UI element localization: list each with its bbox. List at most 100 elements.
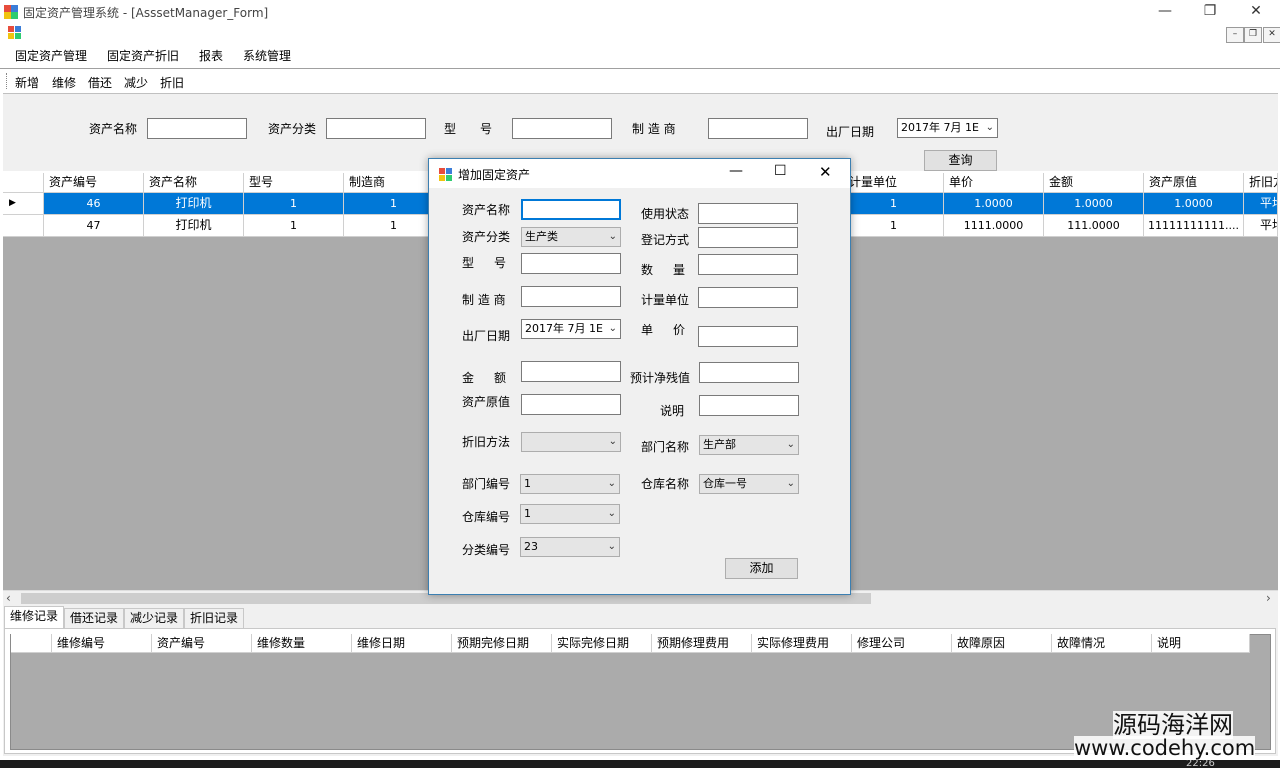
tab-depreciation-records[interactable]: 折旧记录 — [184, 608, 244, 629]
table-row-1-unit[interactable]: 1 — [844, 193, 944, 215]
toolbar-reduce[interactable]: 减少 — [124, 74, 148, 91]
toolbar-repair[interactable]: 维修 — [52, 74, 76, 91]
repair-col-actual-cost[interactable]: 实际修理费用 — [752, 634, 852, 653]
search-manufacturer-input[interactable] — [708, 118, 808, 139]
repair-col-fault-cause[interactable]: 故障原因 — [952, 634, 1052, 653]
repair-col-asset-id[interactable]: 资产编号 — [152, 634, 252, 653]
dlg-depreciation-method-label: 折旧方法 — [462, 435, 511, 449]
search-asset-name-input[interactable] — [147, 118, 247, 139]
menu-asset-depreciation[interactable]: 固定资产折旧 — [107, 47, 179, 64]
dlg-note-input[interactable] — [699, 395, 799, 416]
add-button[interactable]: 添加 — [725, 558, 798, 579]
repair-col-expected-cost[interactable]: 预期修理费用 — [652, 634, 752, 653]
table-row-1-model[interactable]: 1 — [244, 193, 344, 215]
search-date-picker[interactable]: 2017年 7月 1E ⌄ — [897, 118, 998, 138]
repair-col-actual-finish[interactable]: 实际完修日期 — [552, 634, 652, 653]
scroll-left-arrow-icon[interactable]: ‹ — [6, 591, 11, 605]
grid-row-header-corner — [3, 173, 44, 193]
scroll-right-arrow-icon[interactable]: › — [1266, 591, 1271, 605]
dlg-factory-date-picker[interactable]: 2017年 7月 1E ⌄ — [521, 319, 621, 339]
repair-col-fault-detail[interactable]: 故障情况 — [1052, 634, 1152, 653]
col-price[interactable]: 单价 — [944, 173, 1044, 193]
chevron-down-icon: ⌄ — [985, 122, 994, 133]
col-model[interactable]: 型号 — [244, 173, 344, 193]
row-header[interactable] — [3, 215, 44, 237]
dlg-original-value-input[interactable] — [521, 394, 621, 415]
dlg-factory-date-label: 出厂日期 — [462, 329, 511, 343]
col-unit[interactable]: 计量单位 — [844, 173, 944, 193]
dlg-manufacturer-input[interactable] — [521, 286, 621, 307]
query-button[interactable]: 查询 — [924, 150, 997, 171]
minimize-button[interactable]: — — [1142, 0, 1188, 24]
table-row-2-model[interactable]: 1 — [244, 215, 344, 237]
mdi-restore-button[interactable]: ❐ — [1244, 27, 1262, 43]
col-original-value[interactable]: 资产原值 — [1144, 173, 1244, 193]
toolbar-depreciate[interactable]: 折旧 — [160, 74, 184, 91]
dlg-register-method-input[interactable] — [698, 227, 798, 248]
tab-repair-records[interactable]: 维修记录 — [4, 606, 64, 629]
search-model-input[interactable] — [512, 118, 612, 139]
restore-button[interactable]: ❐ — [1187, 0, 1233, 24]
dlg-asset-name-input[interactable] — [521, 199, 621, 220]
toolbar-add[interactable]: 新增 — [15, 74, 39, 91]
dlg-dept-name-select[interactable]: 生产部 ⌄ — [699, 435, 799, 455]
dlg-warehouse-no-select[interactable]: 1 ⌄ — [520, 504, 620, 524]
dialog-icon — [439, 168, 452, 181]
close-button[interactable]: ✕ — [1233, 0, 1279, 24]
dialog-minimize-button[interactable]: — — [729, 163, 743, 179]
menu-system-management[interactable]: 系统管理 — [243, 47, 291, 64]
table-row-2-asset-name[interactable]: 打印机 — [144, 215, 244, 237]
dlg-residual-input[interactable] — [699, 362, 799, 383]
col-asset-id[interactable]: 资产编号 — [44, 173, 144, 193]
table-row-1-amount[interactable]: 1.0000 — [1044, 193, 1144, 215]
table-row-1-method[interactable]: 平均 — [1244, 193, 1278, 215]
dlg-usage-status-input[interactable] — [698, 203, 798, 224]
table-row-1-price[interactable]: 1.0000 — [944, 193, 1044, 215]
col-depreciation-method[interactable]: 折旧方 — [1244, 173, 1278, 193]
dlg-category-no-select[interactable]: 23 ⌄ — [520, 537, 620, 557]
col-amount[interactable]: 金额 — [1044, 173, 1144, 193]
table-row-1-asset-name[interactable]: 打印机 — [144, 193, 244, 215]
table-row-2-price[interactable]: 1111.0000 — [944, 215, 1044, 237]
mdi-close-button[interactable]: ✕ — [1263, 27, 1280, 43]
dlg-warehouse-no-value: 1 — [524, 507, 531, 520]
repair-col-quantity[interactable]: 维修数量 — [252, 634, 352, 653]
dlg-model-input[interactable] — [521, 253, 621, 274]
repair-col-expected-finish[interactable]: 预期完修日期 — [452, 634, 552, 653]
tab-reduce-records[interactable]: 减少记录 — [124, 608, 184, 629]
repair-col-company[interactable]: 修理公司 — [852, 634, 952, 653]
toolbar-borrow-return[interactable]: 借还 — [88, 74, 112, 91]
dlg-dept-no-select[interactable]: 1 ⌄ — [520, 474, 620, 494]
table-row-2-amount[interactable]: 111.0000 — [1044, 215, 1144, 237]
table-row-1-original[interactable]: 1.0000 — [1144, 193, 1244, 215]
dlg-asset-category-select[interactable]: 生产类 ⌄ — [521, 227, 621, 247]
menu-reports[interactable]: 报表 — [199, 47, 223, 64]
chevron-down-icon: ⌄ — [608, 436, 617, 447]
tab-borrow-records[interactable]: 借还记录 — [64, 608, 124, 629]
dialog-close-button[interactable]: ✕ — [819, 163, 832, 181]
dlg-factory-date-value: 2017年 7月 1E — [525, 322, 603, 335]
col-asset-name[interactable]: 资产名称 — [144, 173, 244, 193]
dlg-quantity-input[interactable] — [698, 254, 798, 275]
table-row-2-asset-id[interactable]: 47 — [44, 215, 144, 237]
dlg-depreciation-method-select[interactable]: ⌄ — [521, 432, 621, 452]
table-row-2-unit[interactable]: 1 — [844, 215, 944, 237]
menu-asset-management[interactable]: 固定资产管理 — [15, 47, 87, 64]
table-row-2-original[interactable]: 11111111111.... — [1144, 215, 1244, 237]
mdi-minimize-button[interactable]: – — [1226, 27, 1244, 43]
row-header-selected[interactable]: ▶ — [3, 193, 44, 215]
dlg-amount-input[interactable] — [521, 361, 621, 382]
dlg-amount-label: 金 额 — [462, 371, 511, 385]
dlg-unit-input[interactable] — [698, 287, 798, 308]
repair-col-note[interactable]: 说明 — [1152, 634, 1250, 653]
search-asset-category-input[interactable] — [326, 118, 426, 139]
dlg-unit-price-input[interactable] — [698, 326, 798, 347]
chevron-down-icon: ⌄ — [607, 508, 616, 519]
dlg-warehouse-name-select[interactable]: 仓库一号 ⌄ — [699, 474, 799, 494]
table-row-1-asset-id[interactable]: 46 — [44, 193, 144, 215]
repair-col-repair-id[interactable]: 维修编号 — [52, 634, 152, 653]
table-row-2-method[interactable]: 平均 — [1244, 215, 1278, 237]
repair-col-date[interactable]: 维修日期 — [352, 634, 452, 653]
mdi-child-icon[interactable] — [8, 26, 21, 39]
dialog-maximize-button[interactable]: ☐ — [774, 163, 787, 179]
